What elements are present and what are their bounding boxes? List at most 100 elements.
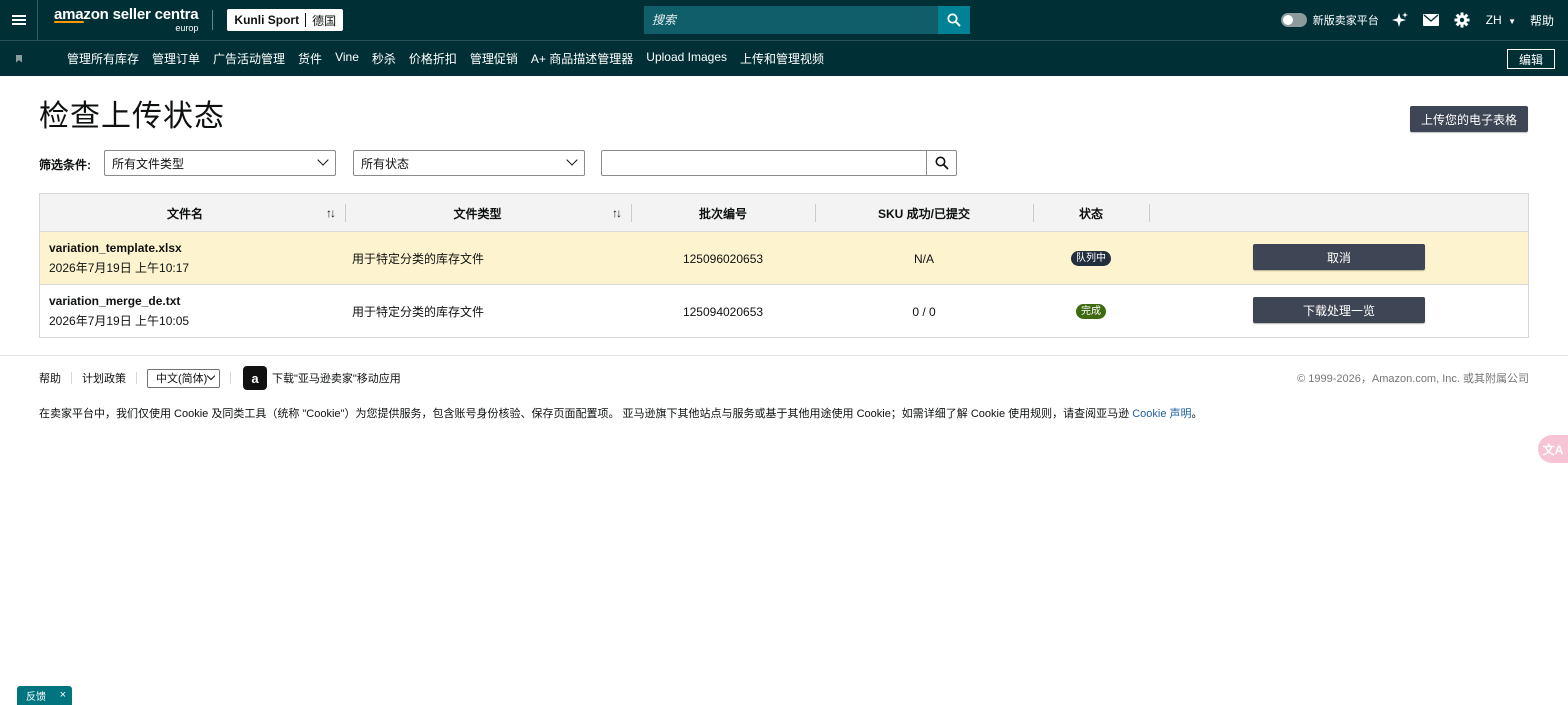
- status-badge: 完成: [1076, 304, 1106, 319]
- nav-item-a-plus-manager[interactable]: A+ 商品描述管理器: [531, 50, 633, 67]
- page-title: 检查上传状态: [39, 100, 225, 133]
- sku-count-cell: 0 / 0: [912, 304, 936, 319]
- app-download-link[interactable]: 下载"亚马逊卖家"移动应用: [272, 370, 401, 386]
- global-search-button[interactable]: [938, 6, 970, 34]
- divider: [212, 10, 214, 30]
- divider: [305, 13, 307, 27]
- gear-icon[interactable]: [1454, 12, 1470, 28]
- file-name: variation_template.xlsx: [49, 241, 182, 255]
- logo-region: europ: [175, 23, 199, 33]
- footer-help-link[interactable]: 帮助: [39, 370, 61, 386]
- sku-count-cell: N/A: [913, 251, 934, 266]
- nav-item-upload-images[interactable]: Upload Images: [646, 50, 727, 67]
- store-switcher[interactable]: Kunli Sport 德国: [227, 9, 344, 31]
- nav-item-manage-promotions[interactable]: 管理促销: [470, 50, 518, 67]
- nav-item-shipments[interactable]: 货件: [298, 50, 322, 67]
- file-type-cell: 用于特定分类的库存文件: [352, 305, 485, 319]
- new-platform-label: 新版卖家平台: [1312, 15, 1379, 27]
- status-select[interactable]: 所有状态: [353, 150, 585, 176]
- mail-icon[interactable]: [1422, 14, 1439, 26]
- file-name-cell: variation_merge_de.txt 2026年7月19日 上午10:0…: [49, 285, 189, 338]
- footer-policy-link[interactable]: 计划政策: [82, 370, 126, 386]
- upload-datetime: 2026年7月19日 上午10:05: [49, 314, 190, 328]
- sort-icon[interactable]: ↑↓: [326, 206, 336, 220]
- store-name: Kunli Sport: [234, 13, 300, 27]
- search-icon: [947, 13, 961, 27]
- seller-central-logo[interactable]: amazon seller centra europ: [54, 6, 199, 33]
- bookmark-nav-bar: 管理所有库存 管理订单 广告活动管理 货件 Vine 秒杀 价格折扣 管理促销 …: [0, 40, 1568, 76]
- nav-item-manage-videos[interactable]: 上传和管理视频: [740, 50, 824, 67]
- cookie-policy-link[interactable]: Cookie 声明: [1132, 408, 1191, 420]
- nav-item-lightning-deals[interactable]: 秒杀: [372, 50, 396, 67]
- header-filename[interactable]: 文件名: [40, 194, 330, 232]
- divider: [136, 372, 137, 384]
- upload-datetime: 2026年7月19日 上午10:17: [49, 261, 190, 275]
- sort-icon[interactable]: ↑↓: [612, 206, 622, 220]
- cancel-button[interactable]: 取消: [1253, 244, 1425, 270]
- upload-status-table: 文件名 ↑↓ 文件类型 ↑↓ 批次编号 SKU 成功/已提交 状态 variat…: [39, 193, 1529, 338]
- top-header: amazon seller centra europ Kunli Sport 德…: [0, 0, 1568, 40]
- language-code: ZH: [1485, 13, 1502, 27]
- file-name: variation_merge_de.txt: [49, 294, 181, 308]
- menu-icon[interactable]: [0, 0, 38, 40]
- header-right-nav: 新版卖家平台 ZH ▼ 帮助: [1280, 0, 1554, 40]
- feedback-button[interactable]: 反馈 ×: [17, 686, 72, 705]
- file-name-cell: variation_template.xlsx 2026年7月19日 上午10:…: [49, 232, 189, 285]
- batch-id-cell: 125096020653: [682, 251, 764, 266]
- batch-id-cell: 125094020653: [682, 304, 764, 319]
- upload-spreadsheet-button[interactable]: 上传您的电子表格: [1410, 106, 1528, 132]
- table-header: 文件名 ↑↓ 文件类型 ↑↓ 批次编号 SKU 成功/已提交 状态: [40, 194, 1528, 232]
- footer-language-select[interactable]: 中文(简体): [147, 368, 220, 388]
- feedback-label: 反馈: [26, 692, 46, 703]
- filter-label: 筛选条件:: [39, 158, 91, 172]
- divider: [71, 372, 72, 384]
- nav-item-price-discounts[interactable]: 价格折扣: [409, 50, 457, 67]
- cookie-end: 。: [1191, 408, 1203, 420]
- column-divider: [1149, 204, 1150, 222]
- search-icon: [935, 156, 949, 170]
- language-menu[interactable]: ZH ▼: [1486, 13, 1516, 27]
- chevron-down-icon: [206, 371, 216, 380]
- chevron-down-icon: ▼: [1508, 17, 1516, 26]
- status-cell: 完成: [1033, 285, 1149, 338]
- bookmark-icon[interactable]: [0, 54, 38, 63]
- nav-item-manage-orders[interactable]: 管理订单: [152, 50, 200, 67]
- upload-search-button[interactable]: [926, 150, 957, 176]
- close-icon[interactable]: ×: [60, 689, 66, 701]
- header-filetype[interactable]: 文件类型: [345, 194, 610, 232]
- nav-items: 管理所有库存 管理订单 广告活动管理 货件 Vine 秒杀 价格折扣 管理促销 …: [67, 50, 837, 67]
- logo-text: amazon seller centra: [54, 6, 199, 23]
- nav-item-manage-inventory[interactable]: 管理所有库存: [67, 50, 139, 67]
- amazon-app-icon[interactable]: a: [243, 366, 267, 390]
- status-badge: 队列中: [1071, 251, 1111, 266]
- file-type-select[interactable]: 所有文件类型: [104, 150, 336, 176]
- help-link[interactable]: 帮助: [1530, 12, 1554, 29]
- table-row: variation_template.xlsx 2026年7月19日 上午10:…: [40, 232, 1528, 285]
- nav-item-vine[interactable]: Vine: [335, 50, 359, 67]
- nav-item-campaign-manager[interactable]: 广告活动管理: [213, 50, 285, 67]
- upload-search-input[interactable]: [601, 150, 927, 176]
- footer-language-value: 中文(简体): [156, 373, 208, 385]
- global-search-input[interactable]: [644, 6, 938, 34]
- new-platform-toggle[interactable]: [1280, 13, 1307, 27]
- download-report-button[interactable]: 下载处理一览: [1253, 297, 1425, 323]
- translate-icon[interactable]: 文A: [1538, 435, 1568, 463]
- header-sku-count: SKU 成功/已提交: [877, 206, 970, 221]
- chevron-down-icon: [566, 154, 578, 166]
- edit-nav-button[interactable]: 编辑: [1506, 49, 1555, 69]
- status-cell: 队列中: [1033, 232, 1149, 285]
- store-region: 德国: [312, 13, 337, 28]
- status-select-value: 所有状态: [361, 156, 410, 171]
- copyright-text: © 1999-2026，Amazon.com, Inc. 或其附属公司: [1297, 373, 1529, 385]
- header-batch-id: 批次编号: [698, 206, 747, 221]
- footer-divider: [0, 355, 1568, 356]
- cookie-notice: 在卖家平台中，我们仅使用 Cookie 及同类工具（统称 "Cookie"）为您…: [39, 405, 1203, 421]
- cookie-text: 在卖家平台中，我们仅使用 Cookie 及同类工具（统称 "Cookie"）为您…: [39, 408, 1133, 420]
- sparkle-icon[interactable]: [1391, 11, 1409, 29]
- footer-links: 帮助 计划政策 中文(简体) a 下载"亚马逊卖家"移动应用: [39, 366, 401, 390]
- file-type-cell: 用于特定分类的库存文件: [352, 252, 485, 266]
- header-status: 状态: [1078, 206, 1103, 221]
- table-row: variation_merge_de.txt 2026年7月19日 上午10:0…: [40, 285, 1528, 338]
- divider: [230, 372, 231, 384]
- chevron-down-icon: [317, 154, 329, 166]
